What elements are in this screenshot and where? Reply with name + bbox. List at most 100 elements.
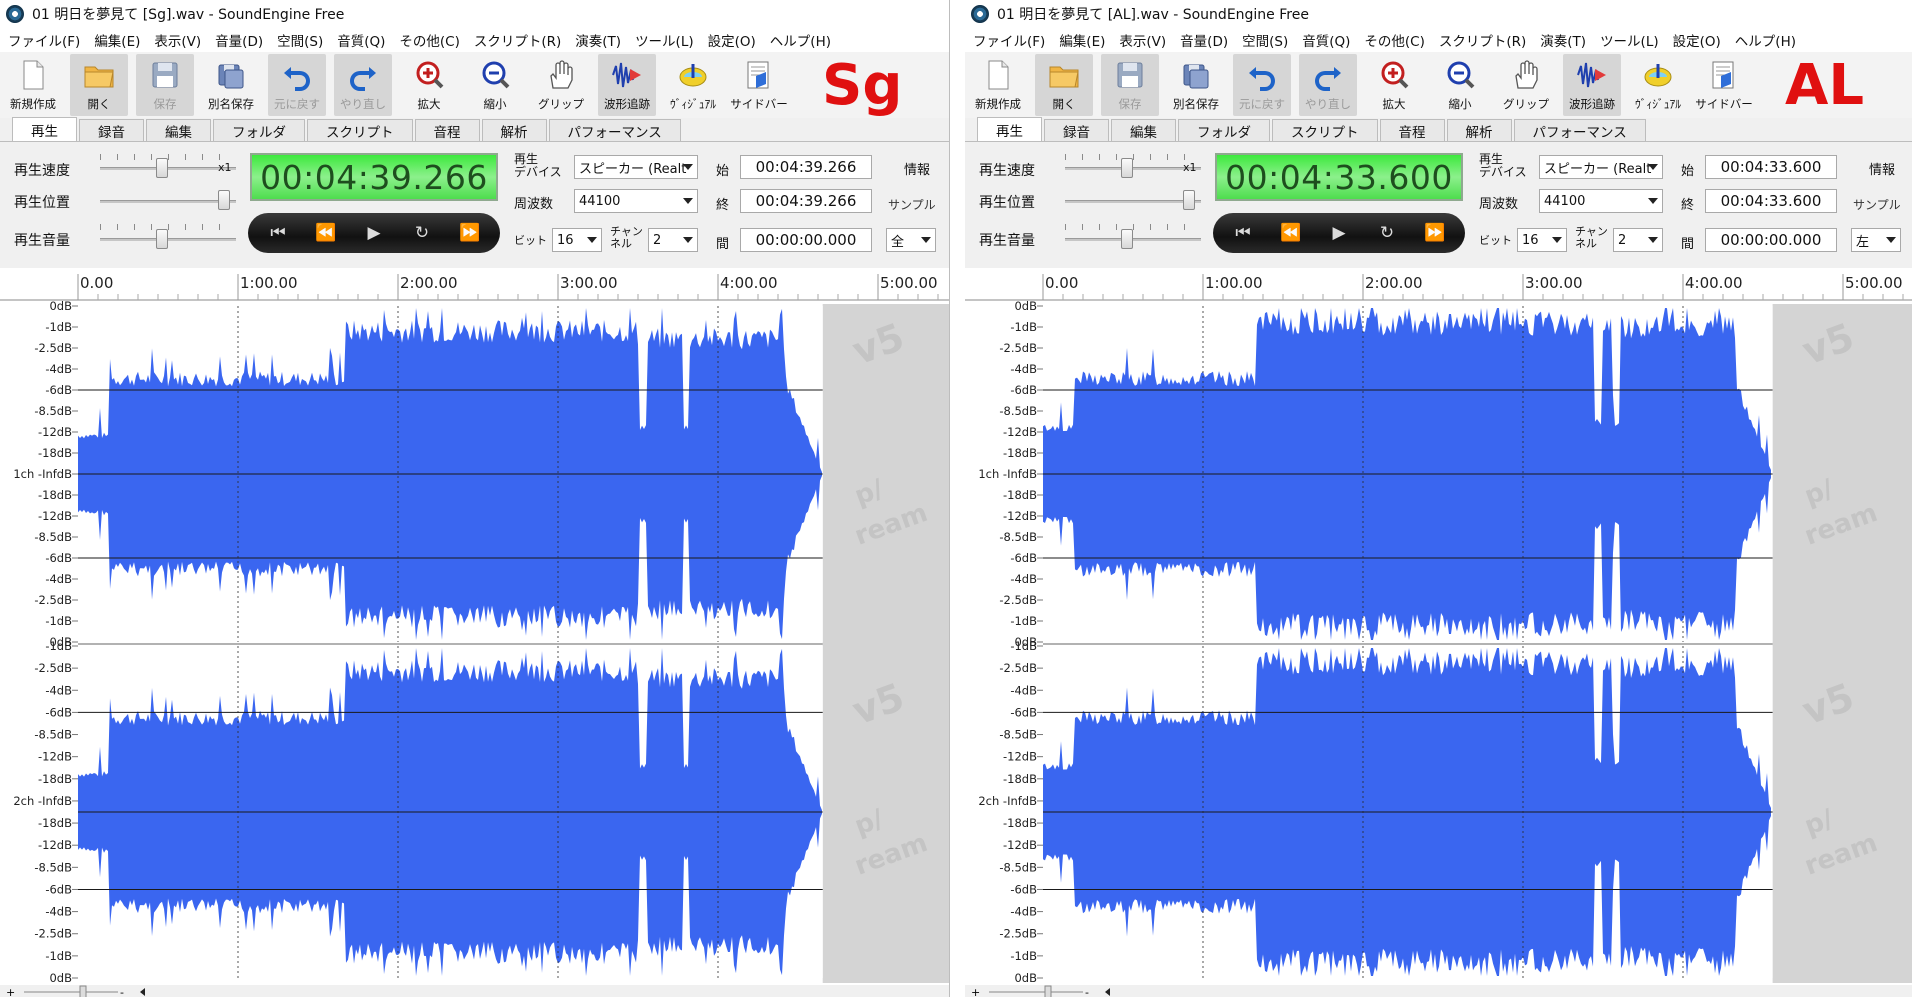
menu-settings[interactable]: 設定(O) <box>708 30 756 50</box>
fast-forward-icon[interactable]: ⏩ <box>1416 223 1454 243</box>
channel-view-select[interactable]: 左 <box>1851 228 1901 252</box>
info-label[interactable]: 情報 <box>1869 159 1895 178</box>
undo-button[interactable]: 元に戻す <box>1233 54 1291 116</box>
zoom-out-button[interactable]: 縮小 <box>466 54 524 116</box>
speed-slider[interactable] <box>100 167 236 170</box>
tab-performance[interactable]: パフォーマンス <box>548 119 681 141</box>
fast-forward-icon[interactable]: ⏩ <box>451 223 489 243</box>
speed-slider-thumb[interactable] <box>1121 158 1133 178</box>
menu-file[interactable]: ファイル(F) <box>8 30 80 50</box>
channel-select[interactable]: 2 <box>1613 228 1663 252</box>
position-slider[interactable] <box>1065 200 1201 203</box>
rewind-icon[interactable]: ⏪ <box>1272 223 1310 243</box>
menu-settings[interactable]: 設定(O) <box>1673 30 1721 50</box>
tab-performance[interactable]: パフォーマンス <box>1513 119 1646 141</box>
menu-other[interactable]: その他(C) <box>399 30 459 50</box>
menu-quality[interactable]: 音質(Q) <box>337 30 385 50</box>
menu-other[interactable]: その他(C) <box>1364 30 1424 50</box>
menu-view[interactable]: 表示(V) <box>154 30 201 50</box>
tab-analysis[interactable]: 解析 <box>481 119 547 141</box>
skip-start-icon[interactable]: ⏮ <box>1224 223 1262 243</box>
channel-view-select[interactable]: 全 <box>886 228 936 252</box>
menu-file[interactable]: ファイル(F) <box>973 30 1045 50</box>
waveform-canvas[interactable]: 0.00 1:00.00 2:00.00 3:00.00 4:00.00 5:00.00v… <box>0 270 950 997</box>
menu-edit[interactable]: 編集(E) <box>94 30 140 50</box>
end-time-field[interactable]: 00:04:33.600 <box>1705 189 1837 213</box>
speed-slider-thumb[interactable] <box>156 158 168 178</box>
zoom-plus-icon[interactable]: + <box>6 986 15 997</box>
save-button[interactable]: 保存 <box>136 54 194 116</box>
tab-playback[interactable]: 再生 <box>977 117 1042 141</box>
zoom-in-button[interactable]: 拡大 <box>400 54 458 116</box>
redo-button[interactable]: やり直し <box>1299 54 1357 116</box>
tab-edit[interactable]: 編集 <box>146 119 211 141</box>
volume-slider-thumb[interactable] <box>1121 229 1133 249</box>
zoom-thumb[interactable] <box>1044 985 1052 997</box>
zoom-minus-icon[interactable]: - <box>1085 986 1089 997</box>
position-slider-thumb[interactable] <box>218 190 230 210</box>
info-label[interactable]: 情報 <box>904 159 930 178</box>
volume-slider[interactable] <box>1065 238 1201 241</box>
tab-script[interactable]: スクリプト <box>1272 119 1378 141</box>
start-time-field[interactable]: 00:04:33.600 <box>1705 155 1837 179</box>
start-time-field[interactable]: 00:04:39.266 <box>740 155 872 179</box>
save-as-button[interactable]: 別名保存 <box>1167 54 1225 116</box>
tab-record[interactable]: 録音 <box>1044 119 1109 141</box>
volume-slider-thumb[interactable] <box>156 229 168 249</box>
freq-select[interactable]: 44100 <box>1539 189 1663 213</box>
menu-space[interactable]: 空間(S) <box>277 30 323 50</box>
end-time-field[interactable]: 00:04:39.266 <box>740 189 872 213</box>
sidebar-button[interactable]: サイドバー <box>730 54 788 116</box>
device-select[interactable]: スピーカー (Realt <box>1539 155 1663 179</box>
waveform-view[interactable]: 0.00 1:00.00 2:00.00 3:00.00 4:00.00 5:00.00 v… <box>0 268 949 997</box>
play-icon[interactable]: ▶ <box>355 223 393 243</box>
bit-select[interactable]: 16 <box>1517 228 1567 252</box>
menu-play[interactable]: 演奏(T) <box>575 30 621 50</box>
open-button[interactable]: 開く <box>1035 54 1093 116</box>
new-button[interactable]: 新規作成 <box>4 54 62 116</box>
visual-button[interactable]: ｳﾞｨｼﾞｭｱﾙ <box>664 54 722 116</box>
menu-edit[interactable]: 編集(E) <box>1059 30 1105 50</box>
timeline-ruler[interactable] <box>0 270 950 300</box>
grip-button[interactable]: グリップ <box>1497 54 1555 116</box>
loop-icon[interactable]: ↻ <box>1368 223 1406 243</box>
menu-script[interactable]: スクリプト(R) <box>1439 30 1526 50</box>
tab-folder[interactable]: フォルダ <box>213 119 305 141</box>
device-select[interactable]: スピーカー (Realt <box>574 155 698 179</box>
grip-button[interactable]: グリップ <box>532 54 590 116</box>
menu-play[interactable]: 演奏(T) <box>1540 30 1586 50</box>
tab-playback[interactable]: 再生 <box>12 117 77 141</box>
tab-analysis[interactable]: 解析 <box>1446 119 1512 141</box>
play-icon[interactable]: ▶ <box>1320 223 1358 243</box>
redo-button[interactable]: やり直し <box>334 54 392 116</box>
tab-pitch[interactable]: 音程 <box>1379 119 1445 141</box>
menu-volume[interactable]: 音量(D) <box>1180 30 1228 50</box>
skip-start-icon[interactable]: ⏮ <box>259 223 297 243</box>
zoom-out-button[interactable]: 縮小 <box>1431 54 1489 116</box>
interval-time-field[interactable]: 00:00:00.000 <box>1705 228 1837 252</box>
undo-button[interactable]: 元に戻す <box>268 54 326 116</box>
loop-icon[interactable]: ↻ <box>403 223 441 243</box>
speed-slider[interactable] <box>1065 167 1201 170</box>
new-button[interactable]: 新規作成 <box>969 54 1027 116</box>
position-slider[interactable] <box>100 200 236 203</box>
menu-help[interactable]: ヘルプ(H) <box>770 30 831 50</box>
tab-pitch[interactable]: 音程 <box>414 119 480 141</box>
rewind-icon[interactable]: ⏪ <box>307 223 345 243</box>
menu-tools[interactable]: ツール(L) <box>1600 30 1659 50</box>
volume-slider[interactable] <box>100 238 236 241</box>
save-as-button[interactable]: 別名保存 <box>202 54 260 116</box>
zoom-minus-icon[interactable]: - <box>120 986 124 997</box>
open-button[interactable]: 開く <box>70 54 128 116</box>
timeline-ruler[interactable] <box>965 270 1912 300</box>
waveform-view[interactable]: 0.00 1:00.00 2:00.00 3:00.00 4:00.00 5:00.00 v… <box>965 268 1912 997</box>
tab-edit[interactable]: 編集 <box>1111 119 1176 141</box>
tab-folder[interactable]: フォルダ <box>1178 119 1270 141</box>
menu-view[interactable]: 表示(V) <box>1119 30 1166 50</box>
visual-button[interactable]: ｳﾞｨｼﾞｭｱﾙ <box>1629 54 1687 116</box>
menu-volume[interactable]: 音量(D) <box>215 30 263 50</box>
position-slider-thumb[interactable] <box>1183 190 1195 210</box>
menu-script[interactable]: スクリプト(R) <box>474 30 561 50</box>
sample-label[interactable]: サンプル <box>888 196 936 213</box>
zoom-in-button[interactable]: 拡大 <box>1365 54 1423 116</box>
